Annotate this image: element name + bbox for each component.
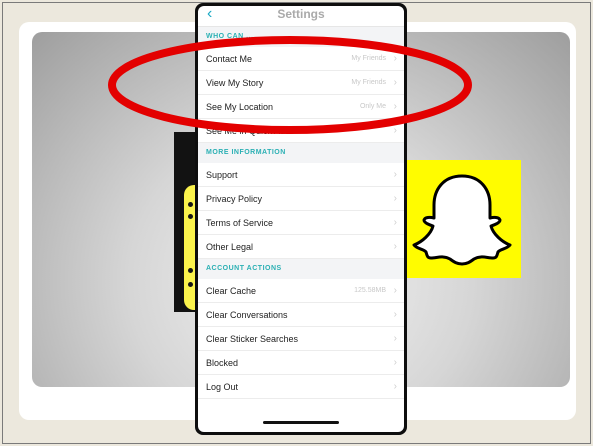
settings-row-see-my-location[interactable]: See My Location Only Me › (198, 95, 404, 119)
background-dot (188, 268, 193, 273)
chevron-right-icon: › (393, 193, 397, 204)
settings-row-other-legal[interactable]: Other Legal › (198, 235, 404, 259)
page-title: Settings (277, 7, 325, 21)
settings-row-view-my-story[interactable]: View My Story My Friends › (198, 71, 404, 95)
snapchat-ghost-icon (412, 174, 512, 266)
settings-row-clear-conversations[interactable]: Clear Conversations › (198, 303, 404, 327)
background-dot (188, 282, 193, 287)
row-label: Contact Me (206, 54, 253, 64)
chevron-right-icon: › (393, 53, 397, 64)
section-header: MORE INFORMATION (198, 143, 404, 163)
row-label: Blocked (206, 358, 239, 368)
settings-row-blocked[interactable]: Blocked › (198, 351, 404, 375)
chevron-right-icon: › (393, 101, 397, 112)
row-label: Clear Sticker Searches (206, 334, 299, 344)
settings-row-terms-of-service[interactable]: Terms of Service › (198, 211, 404, 235)
row-value: My Friends (351, 55, 386, 62)
background-dot (188, 214, 193, 219)
row-label: Support (206, 170, 238, 180)
chevron-right-icon: › (393, 357, 397, 368)
row-label: See My Location (206, 102, 274, 112)
settings-row-clear-cache[interactable]: Clear Cache 125.58MB › (198, 279, 404, 303)
settings-screen: ‹ Settings WHO CAN ... Contact Me My Fri… (198, 6, 404, 432)
row-label: See Me in Quick Add (206, 126, 291, 136)
row-label: Terms of Service (206, 218, 274, 228)
settings-row-privacy-policy[interactable]: Privacy Policy › (198, 187, 404, 211)
chevron-right-icon: › (393, 381, 397, 392)
settings-row-contact-me[interactable]: Contact Me My Friends › (198, 47, 404, 71)
chevron-right-icon: › (393, 125, 397, 136)
row-label: Log Out (206, 382, 239, 392)
section-header: ACCOUNT ACTIONS (198, 259, 404, 279)
home-indicator (263, 421, 339, 424)
settings-row-clear-sticker-searches[interactable]: Clear Sticker Searches › (198, 327, 404, 351)
row-label: Clear Cache (206, 286, 257, 296)
chevron-right-icon: › (393, 309, 397, 320)
chevron-right-icon: › (393, 77, 397, 88)
row-label: Privacy Policy (206, 194, 263, 204)
settings-row-log-out[interactable]: Log Out › (198, 375, 404, 399)
chevron-right-icon: › (393, 169, 397, 180)
chevron-right-icon: › (393, 285, 397, 296)
settings-row-support[interactable]: Support › (198, 163, 404, 187)
row-value: Only Me (359, 103, 386, 110)
row-value: 125.58MB (354, 287, 386, 294)
phone-device: ‹ Settings WHO CAN ... Contact Me My Fri… (195, 3, 407, 435)
nav-bar: ‹ Settings (198, 6, 404, 27)
row-label: View My Story (206, 78, 264, 88)
row-value: My Friends (351, 79, 386, 86)
chevron-right-icon: › (393, 217, 397, 228)
settings-row-see-me-in-quick-add[interactable]: See Me in Quick Add › (198, 119, 404, 143)
row-label: Clear Conversations (206, 310, 288, 320)
chevron-right-icon: › (393, 241, 397, 252)
row-label: Other Legal (206, 242, 254, 252)
background-dot (188, 202, 193, 207)
chevron-right-icon: › (393, 333, 397, 344)
snapchat-logo (403, 160, 521, 278)
section-header: WHO CAN ... (198, 27, 404, 47)
